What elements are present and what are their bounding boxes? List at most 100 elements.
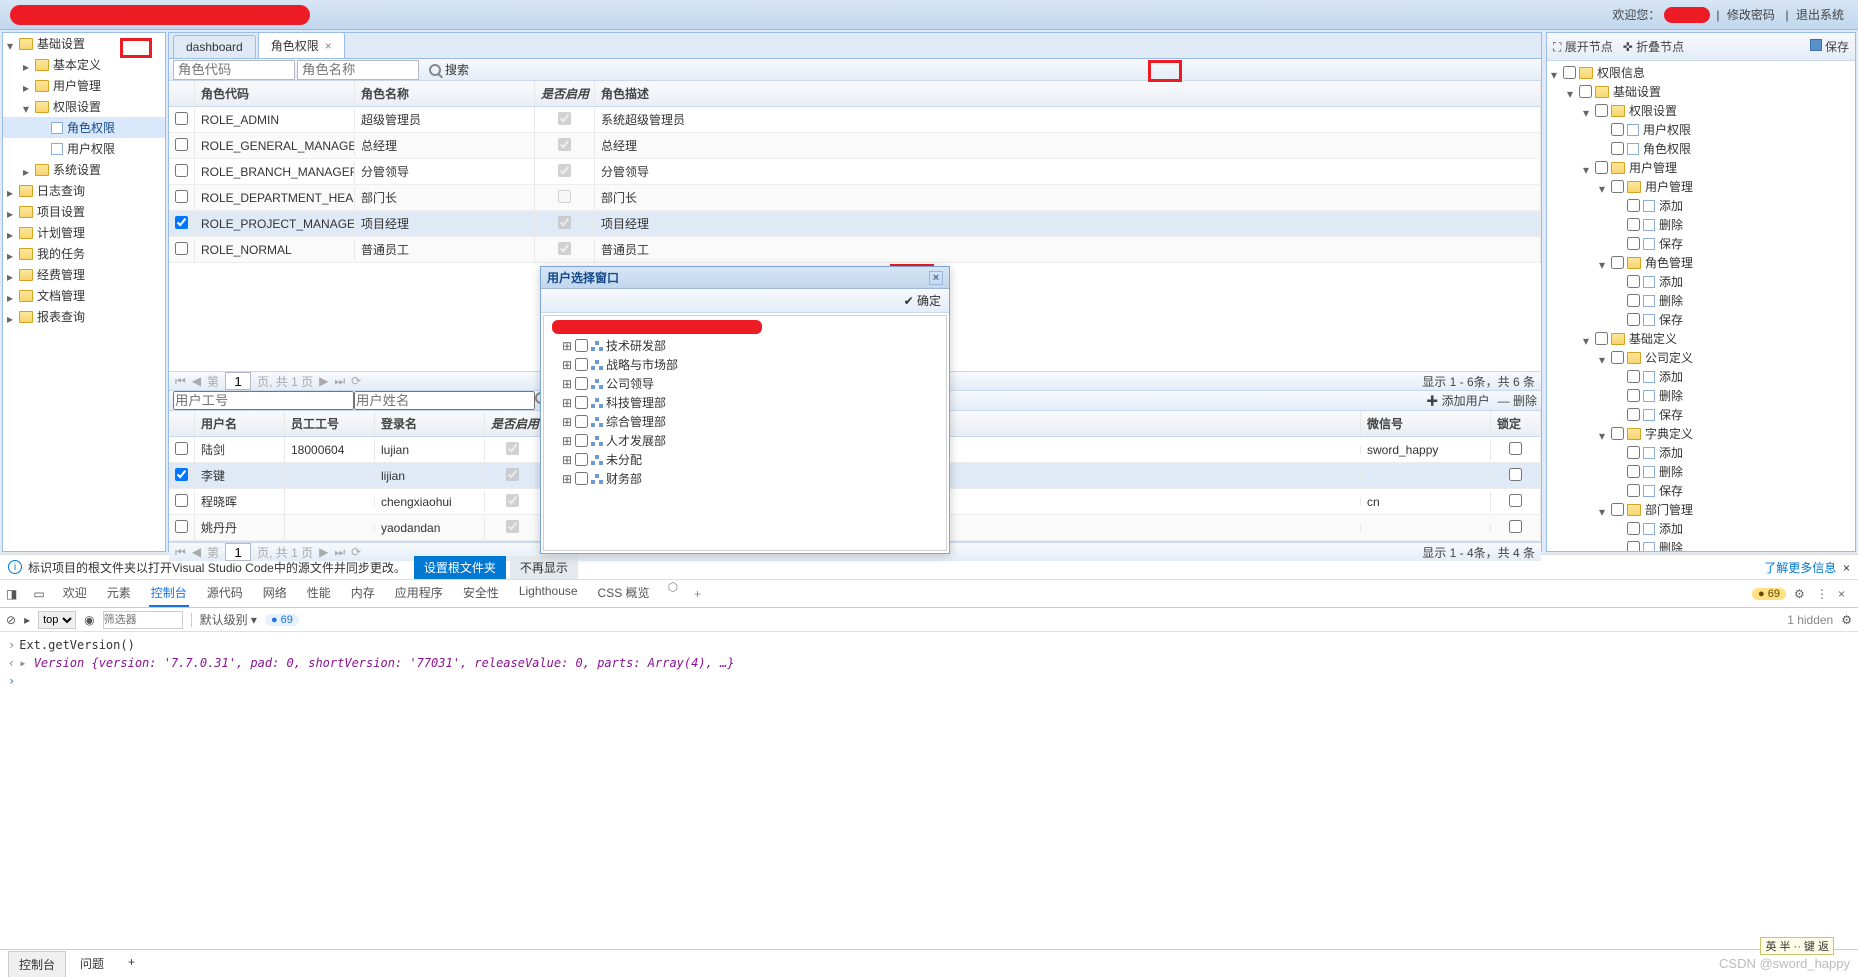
perm-checkbox[interactable]	[1627, 199, 1640, 212]
perm-tree-node[interactable]: 字典定义	[1549, 424, 1853, 443]
enabled-checkbox[interactable]	[506, 520, 519, 533]
role-page-input[interactable]	[225, 372, 251, 390]
chevron-right-icon[interactable]	[23, 165, 33, 175]
perm-tree-node[interactable]: 用户权限	[1549, 120, 1853, 139]
dept-tree-node[interactable]: ⊞公司领导	[546, 374, 944, 393]
perm-tree-node[interactable]: 添加	[1549, 443, 1853, 462]
expand-button[interactable]: ⛶ 展开节点	[1553, 38, 1613, 55]
perm-checkbox[interactable]	[1611, 180, 1624, 193]
chevron-right-icon[interactable]	[7, 249, 17, 259]
perm-checkbox[interactable]	[1595, 161, 1608, 174]
enabled-checkbox[interactable]	[506, 494, 519, 507]
inspect-icon[interactable]: ◨	[6, 587, 17, 601]
chevron-right-icon[interactable]	[23, 60, 33, 70]
more-icon[interactable]: ⋮	[1816, 587, 1830, 601]
chevron-icon[interactable]	[1583, 106, 1593, 116]
dept-tree-node[interactable]: ⊞财务部	[546, 469, 944, 488]
collapse-button[interactable]: ✜ 折叠节点	[1623, 38, 1684, 55]
col-wechat[interactable]: 微信号	[1361, 411, 1491, 436]
table-row[interactable]: ROLE_GENERAL_MANAGER总经理总经理	[169, 133, 1541, 159]
dept-checkbox[interactable]	[575, 434, 588, 447]
lock-checkbox[interactable]	[1509, 494, 1522, 507]
devtools-tab[interactable]: 应用程序	[393, 580, 445, 607]
enabled-checkbox[interactable]	[558, 242, 571, 255]
col-lock[interactable]: 锁定	[1491, 411, 1541, 436]
perm-checkbox[interactable]	[1611, 503, 1624, 516]
row-checkbox[interactable]	[175, 164, 188, 177]
dept-checkbox[interactable]	[575, 377, 588, 390]
add-user-button[interactable]: ✚ 添加用户	[1426, 392, 1489, 409]
perm-tree-node[interactable]: 删除	[1549, 462, 1853, 481]
dept-tree-node[interactable]: ⊞科技管理部	[546, 393, 944, 412]
expand-icon[interactable]: ⊞	[562, 396, 572, 410]
perm-checkbox[interactable]	[1627, 218, 1640, 231]
nav-tree[interactable]: 基础设置基本定义用户管理权限设置角色权限用户权限系统设置日志查询项目设置计划管理…	[2, 32, 166, 552]
lock-checkbox[interactable]	[1509, 520, 1522, 533]
tab-problems[interactable]: 问题	[70, 951, 114, 977]
logout-link[interactable]: 退出系统	[1796, 8, 1844, 22]
row-checkbox[interactable]	[175, 494, 188, 507]
close-icon[interactable]: ×	[1838, 587, 1852, 601]
chevron-right-icon[interactable]	[7, 270, 17, 280]
dept-tree-node[interactable]: ⊞综合管理部	[546, 412, 944, 431]
table-row[interactable]: ROLE_DEPARTMENT_HEAD部门长部门长	[169, 185, 1541, 211]
role-search-button[interactable]: 搜索	[421, 59, 477, 80]
dept-checkbox[interactable]	[575, 339, 588, 352]
perm-checkbox[interactable]	[1627, 294, 1640, 307]
perm-tree-node[interactable]: 保存	[1549, 481, 1853, 500]
devtools-tab[interactable]: 性能	[305, 580, 333, 607]
perm-tree-node[interactable]: 基础设置	[1549, 82, 1853, 101]
sidebar-toggle-icon[interactable]: ▸	[24, 613, 30, 627]
chevron-icon[interactable]	[1599, 429, 1609, 439]
expand-icon[interactable]: ⊞	[562, 434, 572, 448]
col-role-code[interactable]: 角色代码	[195, 81, 355, 106]
issues-badge[interactable]: ● 69	[1752, 588, 1786, 600]
dept-checkbox[interactable]	[575, 453, 588, 466]
dept-checkbox[interactable]	[575, 415, 588, 428]
dept-checkbox[interactable]	[575, 396, 588, 409]
dept-tree[interactable]: ⊞技术研发部⊞战略与市场部⊞公司领导⊞科技管理部⊞综合管理部⊞人才发展部⊞未分配…	[543, 315, 947, 551]
chevron-down-icon[interactable]	[23, 102, 33, 112]
table-row[interactable]: ROLE_PROJECT_MANAGER项目经理项目经理	[169, 211, 1541, 237]
perm-checkbox[interactable]	[1627, 465, 1640, 478]
ok-button[interactable]: ✔ 确定	[904, 292, 941, 309]
row-checkbox[interactable]	[175, 520, 188, 533]
issue-pill[interactable]: ● 69	[265, 614, 299, 626]
enabled-checkbox[interactable]	[506, 442, 519, 455]
devtools-tab[interactable]: 欢迎	[61, 580, 89, 607]
chevron-icon[interactable]	[1599, 353, 1609, 363]
perm-checkbox[interactable]	[1627, 484, 1640, 497]
perm-tree-node[interactable]: 保存	[1549, 234, 1853, 253]
devtools-tab[interactable]: 源代码	[205, 580, 245, 607]
perm-checkbox[interactable]	[1627, 446, 1640, 459]
chevron-right-icon[interactable]	[7, 312, 17, 322]
dismiss-button[interactable]: 不再显示	[510, 556, 578, 579]
col-user-disabled[interactable]: 是否启用	[485, 411, 541, 436]
perm-checkbox[interactable]	[1611, 123, 1624, 136]
dept-tree-node[interactable]: ⊞战略与市场部	[546, 355, 944, 374]
enabled-checkbox[interactable]	[558, 216, 571, 229]
perm-checkbox[interactable]	[1595, 104, 1608, 117]
devtools-tab[interactable]: 控制台	[149, 580, 189, 607]
perm-tree-node[interactable]: 用户管理	[1549, 177, 1853, 196]
pager-first-icon[interactable]: ⏮	[175, 374, 186, 389]
nav-item[interactable]: 基本定义	[3, 54, 165, 75]
chevron-right-icon[interactable]	[7, 186, 17, 196]
col-empid[interactable]: 员工工号	[285, 411, 375, 436]
row-checkbox[interactable]	[175, 138, 188, 151]
chevron-icon[interactable]	[1567, 87, 1577, 97]
enabled-checkbox[interactable]	[558, 138, 571, 151]
dept-tree-node[interactable]: ⊞人才发展部	[546, 431, 944, 450]
chevron-icon[interactable]	[1583, 334, 1593, 344]
dept-checkbox[interactable]	[575, 358, 588, 371]
perm-checkbox[interactable]	[1627, 389, 1640, 402]
role-code-input[interactable]	[173, 60, 295, 80]
expand-icon[interactable]: ⊞	[562, 415, 572, 429]
nav-item[interactable]: 经费管理	[3, 264, 165, 285]
chevron-down-icon[interactable]	[7, 39, 17, 49]
perm-tree-node[interactable]: 权限信息	[1549, 63, 1853, 82]
nav-item[interactable]: 项目设置	[3, 201, 165, 222]
lock-checkbox[interactable]	[1509, 442, 1522, 455]
delete-user-button[interactable]: — 删除	[1498, 392, 1537, 409]
chevron-right-icon[interactable]	[7, 291, 17, 301]
